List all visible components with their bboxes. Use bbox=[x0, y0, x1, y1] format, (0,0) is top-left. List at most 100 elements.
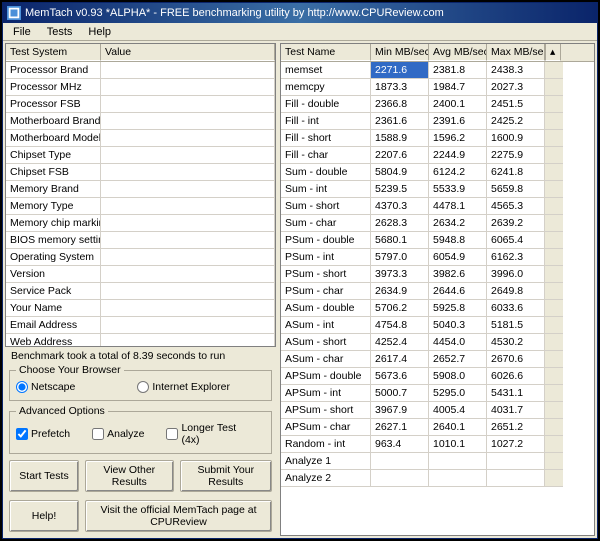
check-longer[interactable]: Longer Test (4x) bbox=[166, 422, 247, 446]
table-row[interactable]: APSum - short3967.94005.44031.7 bbox=[281, 402, 594, 419]
scrollbar-track[interactable] bbox=[545, 300, 563, 317]
scrollbar-track[interactable] bbox=[545, 368, 563, 385]
scrollbar-track[interactable] bbox=[545, 130, 563, 147]
table-row[interactable]: PSum - double5680.15948.86065.4 bbox=[281, 232, 594, 249]
table-row[interactable]: Service Pack bbox=[6, 283, 275, 300]
table-row[interactable]: Motherboard Model bbox=[6, 130, 275, 147]
help-button[interactable]: Help! bbox=[9, 500, 79, 532]
check-analyze-input[interactable] bbox=[92, 428, 104, 440]
scrollbar-track[interactable] bbox=[545, 419, 563, 436]
radio-netscape[interactable]: Netscape bbox=[16, 381, 75, 393]
scrollbar-track[interactable] bbox=[545, 96, 563, 113]
view-results-button[interactable]: View Other Results bbox=[85, 460, 174, 492]
table-row[interactable]: Processor MHz bbox=[6, 79, 275, 96]
table-row[interactable]: Sum - int5239.55533.95659.8 bbox=[281, 181, 594, 198]
scrollbar-track[interactable] bbox=[545, 470, 563, 487]
titlebar[interactable]: MemTach v0.93 *ALPHA* - FREE benchmarkin… bbox=[3, 3, 597, 23]
table-row[interactable]: Sum - short4370.34478.14565.3 bbox=[281, 198, 594, 215]
system-row-value[interactable] bbox=[101, 164, 275, 181]
menu-file[interactable]: File bbox=[5, 24, 39, 40]
table-row[interactable]: Chipset FSB bbox=[6, 164, 275, 181]
table-row[interactable]: Fill - short1588.91596.21600.9 bbox=[281, 130, 594, 147]
col-test-name[interactable]: Test Name bbox=[281, 44, 371, 61]
scroll-up-icon[interactable]: ▴ bbox=[545, 44, 561, 61]
menu-tests[interactable]: Tests bbox=[39, 24, 81, 40]
col-value[interactable]: Value bbox=[101, 44, 275, 61]
table-row[interactable]: BIOS memory settings bbox=[6, 232, 275, 249]
table-row[interactable]: Fill - int2361.62391.62425.2 bbox=[281, 113, 594, 130]
table-row[interactable]: memset2271.62381.82438.3 bbox=[281, 62, 594, 79]
system-row-value[interactable] bbox=[101, 147, 275, 164]
table-row[interactable]: APSum - char2627.12640.12651.2 bbox=[281, 419, 594, 436]
system-row-value[interactable] bbox=[101, 181, 275, 198]
table-row[interactable]: Operating System bbox=[6, 249, 275, 266]
table-row[interactable]: memcpy1873.31984.72027.3 bbox=[281, 79, 594, 96]
scrollbar-track[interactable] bbox=[545, 198, 563, 215]
scrollbar-track[interactable] bbox=[545, 215, 563, 232]
col-min[interactable]: Min MB/sec bbox=[371, 44, 429, 61]
table-row[interactable]: Sum - char2628.32634.22639.2 bbox=[281, 215, 594, 232]
table-row[interactable]: PSum - char2634.92644.62649.8 bbox=[281, 283, 594, 300]
system-row-value[interactable] bbox=[101, 79, 275, 96]
radio-netscape-input[interactable] bbox=[16, 381, 28, 393]
scrollbar-track[interactable] bbox=[545, 62, 563, 79]
start-tests-button[interactable]: Start Tests bbox=[9, 460, 79, 492]
scrollbar-track[interactable] bbox=[545, 334, 563, 351]
system-row-value[interactable] bbox=[101, 334, 275, 347]
table-row[interactable]: Analyze 1 bbox=[281, 453, 594, 470]
col-max[interactable]: Max MB/sec bbox=[487, 44, 545, 61]
table-row[interactable]: Analyze 2 bbox=[281, 470, 594, 487]
table-row[interactable]: APSum - double5673.65908.06026.6 bbox=[281, 368, 594, 385]
system-row-value[interactable] bbox=[101, 266, 275, 283]
system-row-value[interactable] bbox=[101, 62, 275, 79]
system-row-value[interactable] bbox=[101, 198, 275, 215]
table-row[interactable]: Web Address bbox=[6, 334, 275, 347]
scrollbar-track[interactable] bbox=[545, 113, 563, 130]
results-grid[interactable]: Test Name Min MB/sec Avg MB/sec Max MB/s… bbox=[280, 43, 595, 536]
table-row[interactable]: Chipset Type bbox=[6, 147, 275, 164]
check-longer-input[interactable] bbox=[166, 428, 178, 440]
submit-results-button[interactable]: Submit Your Results bbox=[180, 460, 272, 492]
scrollbar-track[interactable] bbox=[545, 164, 563, 181]
table-row[interactable]: Motherboard Brand bbox=[6, 113, 275, 130]
system-row-value[interactable] bbox=[101, 96, 275, 113]
scrollbar-track[interactable] bbox=[545, 249, 563, 266]
system-row-value[interactable] bbox=[101, 317, 275, 334]
system-row-value[interactable] bbox=[101, 283, 275, 300]
scrollbar-track[interactable] bbox=[545, 266, 563, 283]
system-row-value[interactable] bbox=[101, 113, 275, 130]
system-info-grid[interactable]: Test System Value Processor BrandProcess… bbox=[5, 43, 276, 347]
scrollbar-track[interactable] bbox=[545, 453, 563, 470]
check-analyze[interactable]: Analyze bbox=[92, 428, 144, 440]
system-row-value[interactable] bbox=[101, 300, 275, 317]
visit-page-button[interactable]: Visit the official MemTach page at CPURe… bbox=[85, 500, 272, 532]
table-row[interactable]: Email Address bbox=[6, 317, 275, 334]
table-row[interactable]: Random - int963.41010.11027.2 bbox=[281, 436, 594, 453]
scrollbar-track[interactable] bbox=[545, 181, 563, 198]
scrollbar-track[interactable] bbox=[545, 232, 563, 249]
check-prefetch[interactable]: Prefetch bbox=[16, 428, 70, 440]
scrollbar-track[interactable] bbox=[545, 385, 563, 402]
table-row[interactable]: ASum - double5706.25925.86033.6 bbox=[281, 300, 594, 317]
menu-help[interactable]: Help bbox=[80, 24, 119, 40]
scrollbar-track[interactable] bbox=[545, 436, 563, 453]
check-prefetch-input[interactable] bbox=[16, 428, 28, 440]
table-row[interactable]: Processor Brand bbox=[6, 62, 275, 79]
table-row[interactable]: Memory chip markings bbox=[6, 215, 275, 232]
table-row[interactable]: ASum - int4754.85040.35181.5 bbox=[281, 317, 594, 334]
table-row[interactable]: APSum - int5000.75295.05431.1 bbox=[281, 385, 594, 402]
system-row-value[interactable] bbox=[101, 249, 275, 266]
col-test-system[interactable]: Test System bbox=[6, 44, 101, 61]
table-row[interactable]: PSum - short3973.33982.63996.0 bbox=[281, 266, 594, 283]
scrollbar-track[interactable] bbox=[545, 402, 563, 419]
table-row[interactable]: ASum - char2617.42652.72670.6 bbox=[281, 351, 594, 368]
col-avg[interactable]: Avg MB/sec bbox=[429, 44, 487, 61]
table-row[interactable]: Sum - double5804.96124.26241.8 bbox=[281, 164, 594, 181]
scrollbar-track[interactable] bbox=[545, 147, 563, 164]
scrollbar-track[interactable] bbox=[545, 283, 563, 300]
scrollbar-track[interactable] bbox=[545, 351, 563, 368]
table-row[interactable]: Memory Brand bbox=[6, 181, 275, 198]
table-row[interactable]: Memory Type bbox=[6, 198, 275, 215]
table-row[interactable]: ASum - short4252.44454.04530.2 bbox=[281, 334, 594, 351]
radio-ie[interactable]: Internet Explorer bbox=[137, 381, 230, 393]
